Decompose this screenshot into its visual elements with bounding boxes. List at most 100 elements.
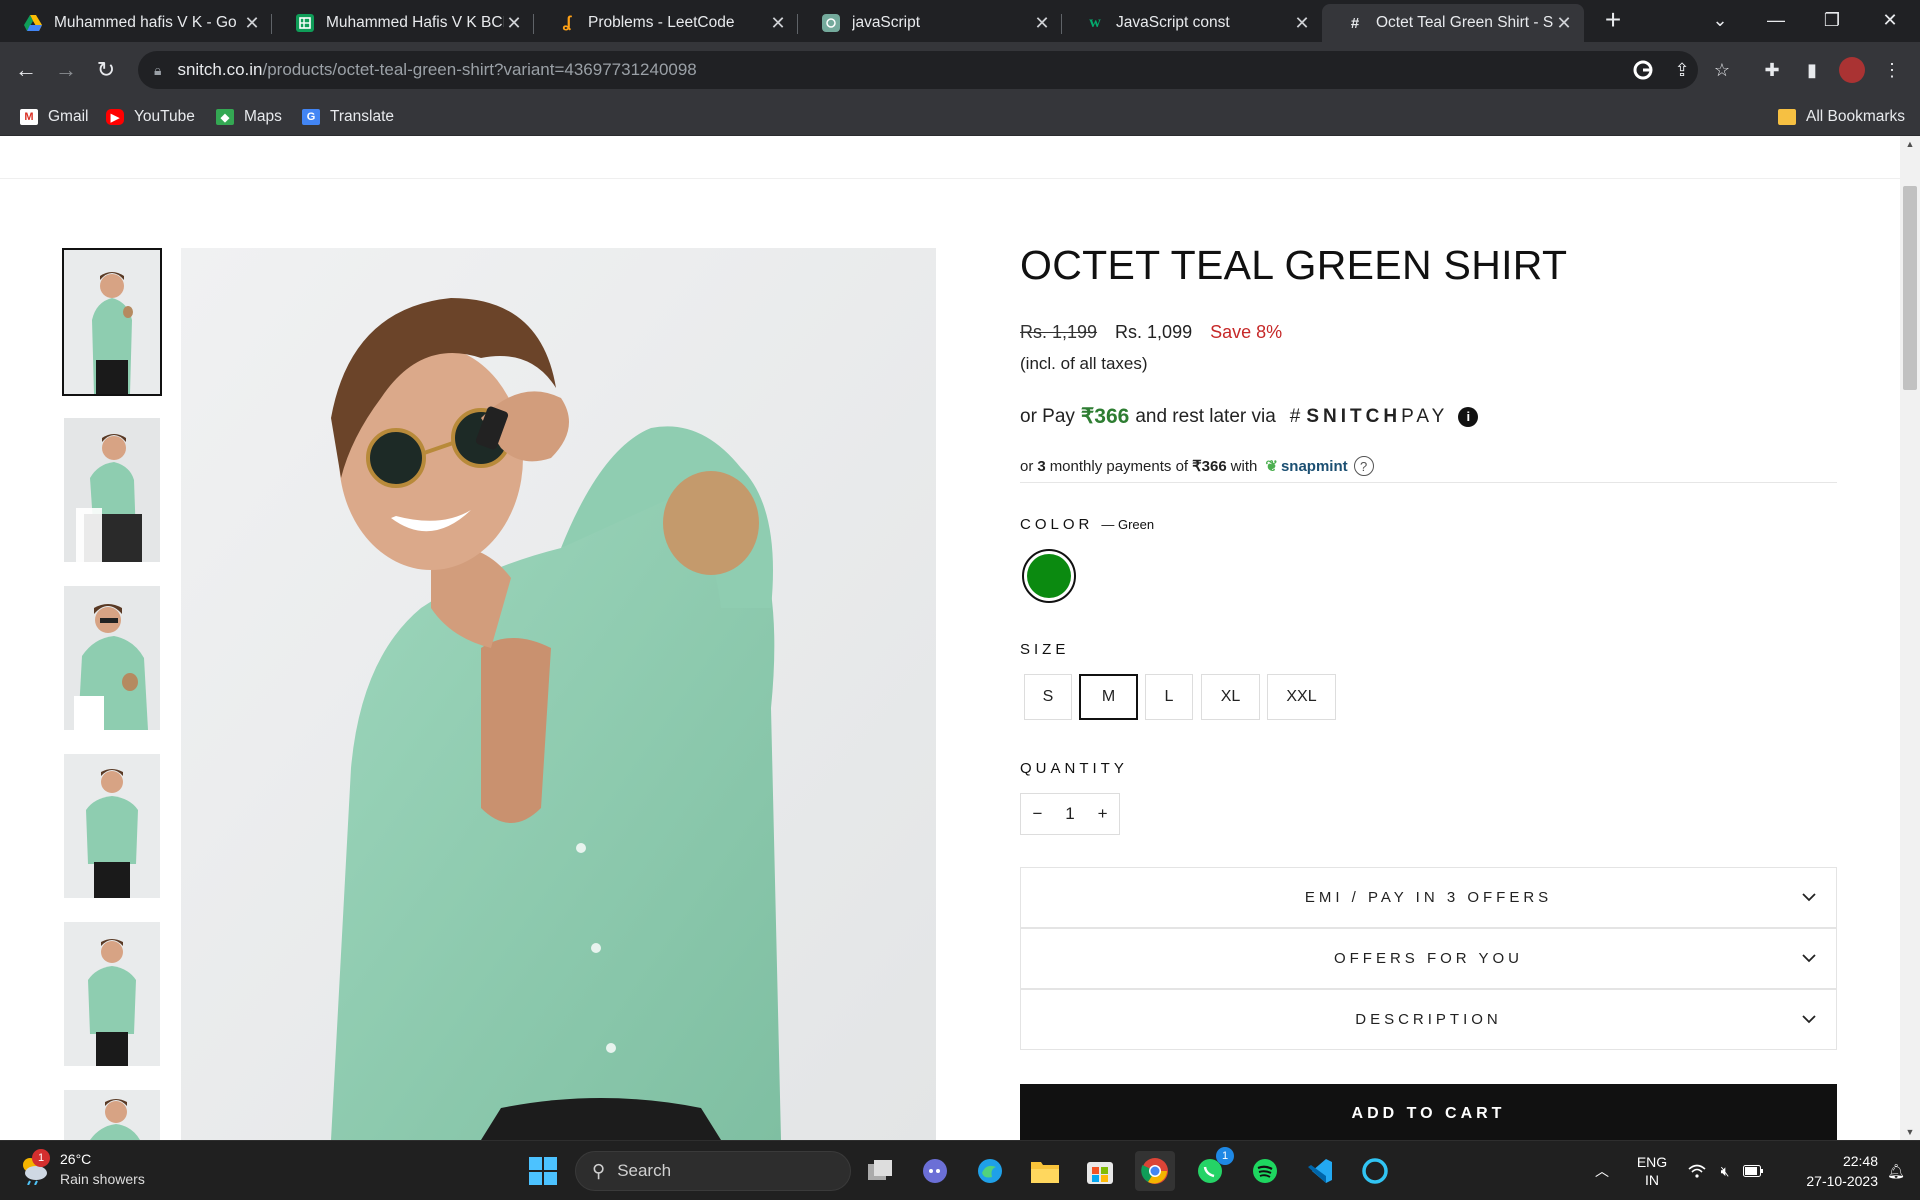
volume-muted-icon[interactable]: 🔇︎	[1712, 1141, 1738, 1201]
accordion-offers-for-you[interactable]: OFFERS FOR YOU	[1020, 928, 1837, 989]
folder-icon	[1778, 109, 1796, 125]
spotify-icon[interactable]	[1245, 1151, 1285, 1191]
product-thumbnail[interactable]	[62, 248, 162, 396]
forward-button[interactable]: →	[48, 52, 84, 88]
scrollbar-thumb[interactable]	[1903, 186, 1917, 390]
all-bookmarks-label: All Bookmarks	[1806, 108, 1906, 125]
product-thumbnail[interactable]	[64, 586, 160, 730]
close-tab-icon[interactable]: ✕	[1554, 13, 1574, 34]
w3schools-icon: w	[1089, 14, 1101, 31]
all-bookmarks[interactable]: All Bookmarks	[1778, 98, 1905, 136]
tab-chatgpt[interactable]: javaScript ✕	[798, 4, 1062, 42]
wifi-icon[interactable]	[1684, 1141, 1710, 1201]
menu-kebab-icon[interactable]: ⋮	[1876, 54, 1908, 86]
bookmark-translate[interactable]: G Translate	[302, 98, 394, 136]
weather-rain-icon: 1	[18, 1149, 50, 1186]
quantity-value[interactable]: 1	[1065, 804, 1074, 824]
google-lens-icon[interactable]	[1627, 54, 1659, 86]
close-tab-icon[interactable]: ✕	[1032, 13, 1052, 34]
size-option-m[interactable]: M	[1079, 674, 1138, 720]
size-option-xxl[interactable]: XXL	[1267, 674, 1336, 720]
help-icon[interactable]: ?	[1353, 456, 1374, 476]
show-hidden-icons-chevron-icon[interactable]: ︿	[1584, 1141, 1620, 1201]
tab-google-sheets[interactable]: Muhammed Hafis V K BCE ✕	[272, 4, 534, 42]
task-view-icon[interactable]	[861, 1151, 901, 1191]
quantity-label: QUANTITY	[1020, 760, 1128, 777]
tax-note: (incl. of all taxes)	[1020, 354, 1148, 373]
color-label-text: COLOR	[1020, 516, 1094, 533]
close-window-button[interactable]: ✕	[1862, 0, 1918, 40]
info-icon[interactable]: i	[1458, 406, 1479, 427]
page-scrollbar[interactable]: ▲ ▼	[1900, 136, 1920, 1140]
close-tab-icon[interactable]: ✕	[504, 13, 524, 34]
tab-google-drive[interactable]: Muhammed hafis V K - Go ✕	[0, 4, 272, 42]
windows-start-icon[interactable]	[523, 1151, 563, 1191]
clock[interactable]: 22:48 27-10-2023	[1774, 1141, 1878, 1201]
snapmint-text-2: monthly payments of	[1049, 457, 1189, 475]
bookmark-gmail[interactable]: M Gmail	[20, 98, 88, 136]
language-region: IN	[1645, 1172, 1659, 1188]
size-option-l[interactable]: L	[1145, 674, 1193, 720]
url-path: /products/octet-teal-green-shirt?variant…	[262, 60, 697, 79]
clock-time: 22:48	[1842, 1153, 1878, 1169]
product-main-image[interactable]	[181, 248, 936, 1140]
close-tab-icon[interactable]: ✕	[768, 13, 788, 34]
battery-icon[interactable]	[1740, 1141, 1766, 1201]
accordion-emi-offers[interactable]: EMI / PAY IN 3 OFFERS	[1020, 867, 1837, 928]
size-option-xl[interactable]: XL	[1201, 674, 1260, 720]
chrome-icon[interactable]	[1135, 1151, 1175, 1191]
product-thumbnail[interactable]	[64, 754, 160, 898]
accordion-description[interactable]: DESCRIPTION	[1020, 989, 1837, 1050]
snitch-hash-icon: #	[1289, 405, 1301, 427]
whatsapp-icon[interactable]: 1	[1190, 1147, 1234, 1191]
microsoft-store-icon[interactable]	[1080, 1151, 1120, 1191]
tab-snitch-active[interactable]: # Octet Teal Green Shirt - SN ✕	[1322, 4, 1584, 42]
reload-button[interactable]: ↻	[88, 52, 124, 88]
tab-leetcode[interactable]: ʆ Problems - LeetCode ✕	[534, 4, 798, 42]
google-drive-icon	[24, 14, 42, 32]
address-bar[interactable]: 🔒︎ snitch.co.in/products/octet-teal-gree…	[138, 51, 1698, 89]
bookmark-youtube[interactable]: ▶ YouTube	[106, 98, 195, 136]
header-divider	[0, 178, 1900, 179]
edge-browser-icon[interactable]	[970, 1151, 1010, 1191]
file-explorer-icon[interactable]	[1025, 1151, 1065, 1191]
tab-search-icon[interactable]: ⌄	[1692, 0, 1748, 40]
product-thumbnail[interactable]	[64, 922, 160, 1066]
add-to-cart-button[interactable]: ADD TO CART	[1020, 1084, 1837, 1140]
extensions-icon[interactable]: ✚	[1756, 54, 1788, 86]
quantity-decrease-button[interactable]: −	[1032, 804, 1042, 824]
snitch-icon: #	[1350, 14, 1360, 32]
size-option-s[interactable]: S	[1024, 674, 1072, 720]
new-tab-button[interactable]: +	[1598, 6, 1628, 36]
side-panel-icon[interactable]: ▮	[1796, 54, 1828, 86]
restore-button[interactable]: ❐	[1804, 0, 1860, 40]
vscode-icon[interactable]	[1300, 1151, 1340, 1191]
profile-avatar[interactable]	[1836, 54, 1868, 86]
bookmark-star-icon[interactable]: ☆	[1706, 54, 1738, 86]
bookmark-maps[interactable]: ◆ Maps	[216, 98, 282, 136]
gmail-icon: M	[20, 109, 38, 125]
close-tab-icon[interactable]: ✕	[242, 13, 262, 34]
weather-widget[interactable]: 1 26°C Rain showers	[18, 1149, 145, 1189]
notification-bell-icon[interactable]: 🔔︎	[1882, 1141, 1910, 1201]
discount-badge: Save 8%	[1210, 322, 1283, 342]
alexa-icon[interactable]	[1355, 1151, 1395, 1191]
close-tab-icon[interactable]: ✕	[1292, 13, 1312, 34]
product-thumbnail[interactable]	[64, 1090, 160, 1140]
taskbar-search-box[interactable]: ⚲ Search	[575, 1151, 851, 1191]
minimize-button[interactable]: —	[1748, 0, 1804, 40]
product-thumbnail[interactable]	[64, 418, 160, 562]
teams-chat-icon[interactable]	[915, 1151, 955, 1191]
weather-temp: 26°C	[60, 1151, 92, 1167]
tab-w3schools[interactable]: w JavaScript const ✕	[1062, 4, 1322, 42]
accordion-label: EMI / PAY IN 3 OFFERS	[1304, 889, 1553, 906]
color-swatch-green[interactable]	[1022, 549, 1076, 603]
back-button[interactable]: ←	[8, 52, 44, 88]
scroll-down-arrow[interactable]: ▼	[1900, 1124, 1920, 1140]
language-indicator[interactable]: ENG IN	[1628, 1141, 1676, 1201]
quantity-increase-button[interactable]: +	[1098, 804, 1108, 824]
scroll-up-arrow[interactable]: ▲	[1900, 136, 1920, 152]
share-icon[interactable]: ⇪	[1666, 54, 1698, 86]
page-viewport: OCTET TEAL GREEN SHIRT Rs. 1,199 Rs. 1,0…	[0, 136, 1920, 1140]
bookmark-label: Gmail	[48, 108, 89, 125]
